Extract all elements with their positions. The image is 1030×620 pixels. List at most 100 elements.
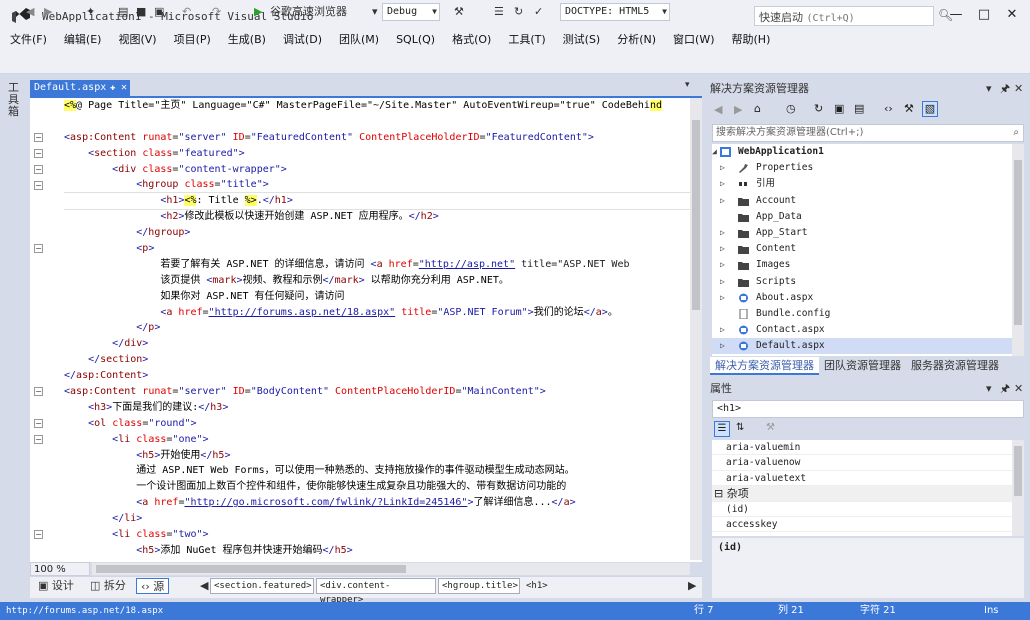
zoom-select[interactable]: 100 %: [30, 562, 90, 576]
menu-item[interactable]: 编辑(E): [64, 32, 111, 50]
source-view-button[interactable]: ‹› 源: [136, 578, 170, 594]
collapse-toggle-icon[interactable]: −: [34, 164, 43, 174]
tree-item[interactable]: ▷ Content: [712, 241, 1012, 257]
close-tab-icon[interactable]: ✕: [121, 80, 127, 96]
breadcrumb-section[interactable]: <section.featured>: [210, 578, 314, 594]
expand-toggle-icon[interactable]: ▷: [720, 338, 725, 354]
expand-toggle-icon[interactable]: ▷: [720, 225, 725, 241]
menu-item[interactable]: 窗口(W): [673, 32, 723, 50]
code-line[interactable]: </hgroup>: [64, 225, 690, 241]
forward-icon[interactable]: ▶︎: [44, 4, 52, 20]
collapse-toggle-icon[interactable]: −: [34, 434, 43, 444]
code-line[interactable]: </asp:Content>: [64, 368, 690, 384]
alphabetical-icon[interactable]: ⇅: [736, 422, 744, 433]
tree-item[interactable]: Bundle.config: [712, 306, 1012, 322]
explorer-tab[interactable]: 团队资源管理器: [819, 357, 906, 375]
code-line[interactable]: <p>: [64, 241, 690, 257]
explorer-tab[interactable]: 解决方案资源管理器: [710, 357, 819, 375]
format-icon[interactable]: ☰: [494, 4, 504, 20]
code-line[interactable]: <h1><%: Title %>.</h1>: [64, 192, 690, 211]
tree-item[interactable]: ▷ About.aspx: [712, 290, 1012, 306]
tree-item[interactable]: ▷ Scripts: [712, 274, 1012, 290]
tree-item[interactable]: ▷ 引用: [712, 176, 1012, 192]
properties-scroll-thumb[interactable]: [1014, 446, 1022, 496]
quick-launch-input[interactable]: 快速启动 (Ctrl+Q): [754, 6, 934, 26]
attach-icon[interactable]: ⚒: [454, 4, 464, 20]
tree-item[interactable]: ▷ Default.aspx: [712, 338, 1012, 355]
expand-toggle-icon[interactable]: ▷: [720, 274, 725, 290]
code-line[interactable]: <div class="content-wrapper">: [64, 162, 690, 178]
code-line[interactable]: 若要了解有关 ASP.NET 的详细信息，请访问 <a href="http:/…: [64, 257, 690, 273]
menu-item[interactable]: 测试(S): [563, 32, 610, 50]
code-line[interactable]: <li class="two">: [64, 527, 690, 543]
tree-item[interactable]: ▷ Account: [712, 193, 1012, 209]
history-icon[interactable]: ◷: [786, 102, 796, 115]
property-row[interactable]: aria-valuetext: [712, 471, 1012, 487]
show-all-files-icon[interactable]: ▤: [854, 102, 864, 115]
property-row[interactable]: aria-valuemin: [712, 440, 1012, 456]
properties-object-select[interactable]: <h1>: [712, 400, 1024, 418]
open-folder-icon[interactable]: ▤: [118, 4, 128, 20]
pane-menu-icon[interactable]: ▾: [986, 380, 992, 398]
tab-overflow-icon[interactable]: ▾: [685, 80, 690, 90]
code-line[interactable]: <li class="one">: [64, 432, 690, 448]
code-line[interactable]: 如果你对 ASP.NET 有任何疑问，请访问: [64, 289, 690, 305]
run-icon[interactable]: ▶︎: [254, 4, 262, 20]
code-line[interactable]: </li>: [64, 511, 690, 527]
config-select[interactable]: Debug ▼: [382, 3, 440, 21]
solution-search-input[interactable]: 搜索解决方案资源管理器(Ctrl+;) ⌕: [712, 124, 1024, 142]
pin-icon[interactable]: 🖈︎: [1000, 380, 1010, 398]
code-line[interactable]: </div>: [64, 336, 690, 352]
code-line[interactable]: <a href="http://forums.asp.net/18.aspx" …: [64, 305, 690, 321]
pin-icon[interactable]: 🖈︎: [1000, 80, 1010, 98]
explorer-tab[interactable]: 服务器资源管理器: [906, 357, 1004, 375]
tree-item[interactable]: ▷ Images: [712, 257, 1012, 273]
menu-item[interactable]: 格式(O): [452, 32, 500, 50]
code-line[interactable]: <ol class="round">: [64, 416, 690, 432]
code-line[interactable]: <h5>添加 NuGet 程序包并快速开始编码</h5>: [64, 543, 690, 559]
collapse-toggle-icon[interactable]: −: [34, 419, 43, 428]
menu-item[interactable]: 工具(T): [508, 32, 554, 50]
property-row[interactable]: accesskey: [712, 517, 1012, 533]
collapse-toggle-icon[interactable]: −: [34, 148, 43, 158]
code-line[interactable]: </p>: [64, 320, 690, 336]
close-pane-icon[interactable]: ✕: [1014, 80, 1023, 98]
tree-item[interactable]: ▷ Properties: [712, 160, 1012, 176]
editor-horizontal-scroll-thumb[interactable]: [96, 565, 406, 573]
expand-toggle-icon[interactable]: ▷: [720, 160, 725, 176]
pane-menu-icon[interactable]: ▾: [986, 80, 992, 98]
code-line[interactable]: <h5>开始使用</h5>: [64, 448, 690, 464]
breadcrumb-forward-icon[interactable]: ▶︎: [684, 578, 700, 594]
forward-icon[interactable]: ▶︎: [734, 103, 742, 116]
breadcrumb-div[interactable]: <div.content-wrapper>: [316, 578, 436, 605]
expand-toggle-icon[interactable]: ▷: [720, 193, 725, 209]
run-browser-label[interactable]: 谷歌高速浏览器: [270, 4, 347, 20]
code-line[interactable]: <h3>下面是我们的建议:</h3>: [64, 400, 690, 416]
expand-toggle-icon[interactable]: ▷: [720, 290, 725, 306]
design-view-button[interactable]: ▣ 设计: [34, 578, 78, 594]
tab-default-aspx[interactable]: Default.aspx ✚ ✕: [30, 80, 130, 96]
back-icon[interactable]: ◀︎: [714, 103, 722, 116]
property-row[interactable]: aria-valuenow: [712, 455, 1012, 471]
code-line[interactable]: 通过 ASP.NET Web Forms，可以使用一种熟悉的、支持拖放操作的事件…: [64, 463, 690, 479]
code-line[interactable]: 该页提供 <mark>视频、教程和示例</mark> 以帮助你充分利用 ASP.…: [64, 273, 690, 289]
maximize-icon[interactable]: □: [972, 4, 996, 26]
code-line[interactable]: <section class="featured">: [64, 146, 690, 162]
code-line[interactable]: [64, 114, 690, 130]
toolbox-tab[interactable]: 工具箱: [8, 82, 22, 118]
preview-icon[interactable]: ▧: [922, 101, 938, 117]
collapse-toggle-icon[interactable]: −: [34, 180, 43, 190]
menu-item[interactable]: 分析(N): [617, 32, 665, 50]
view-code-icon[interactable]: ‹›: [884, 102, 893, 115]
undo-icon[interactable]: ↶: [182, 4, 191, 20]
home-icon[interactable]: ⌂: [754, 102, 761, 115]
menu-item[interactable]: 视图(V): [118, 32, 165, 50]
code-text-area[interactable]: <%@ Page Title="主页" Language="C#" Master…: [64, 98, 690, 560]
code-line[interactable]: <%@ Page Title="主页" Language="C#" Master…: [64, 98, 690, 114]
close-pane-icon[interactable]: ✕: [1014, 380, 1023, 398]
refresh-icon[interactable]: ↻: [814, 102, 823, 115]
search-icon[interactable]: ⌕: [1013, 125, 1019, 141]
property-row[interactable]: (id): [712, 502, 1012, 517]
code-line[interactable]: <h2>修改此模板以快速开始创建 ASP.NET 应用程序。</h2>: [64, 209, 690, 225]
save-icon[interactable]: ■: [136, 4, 146, 20]
